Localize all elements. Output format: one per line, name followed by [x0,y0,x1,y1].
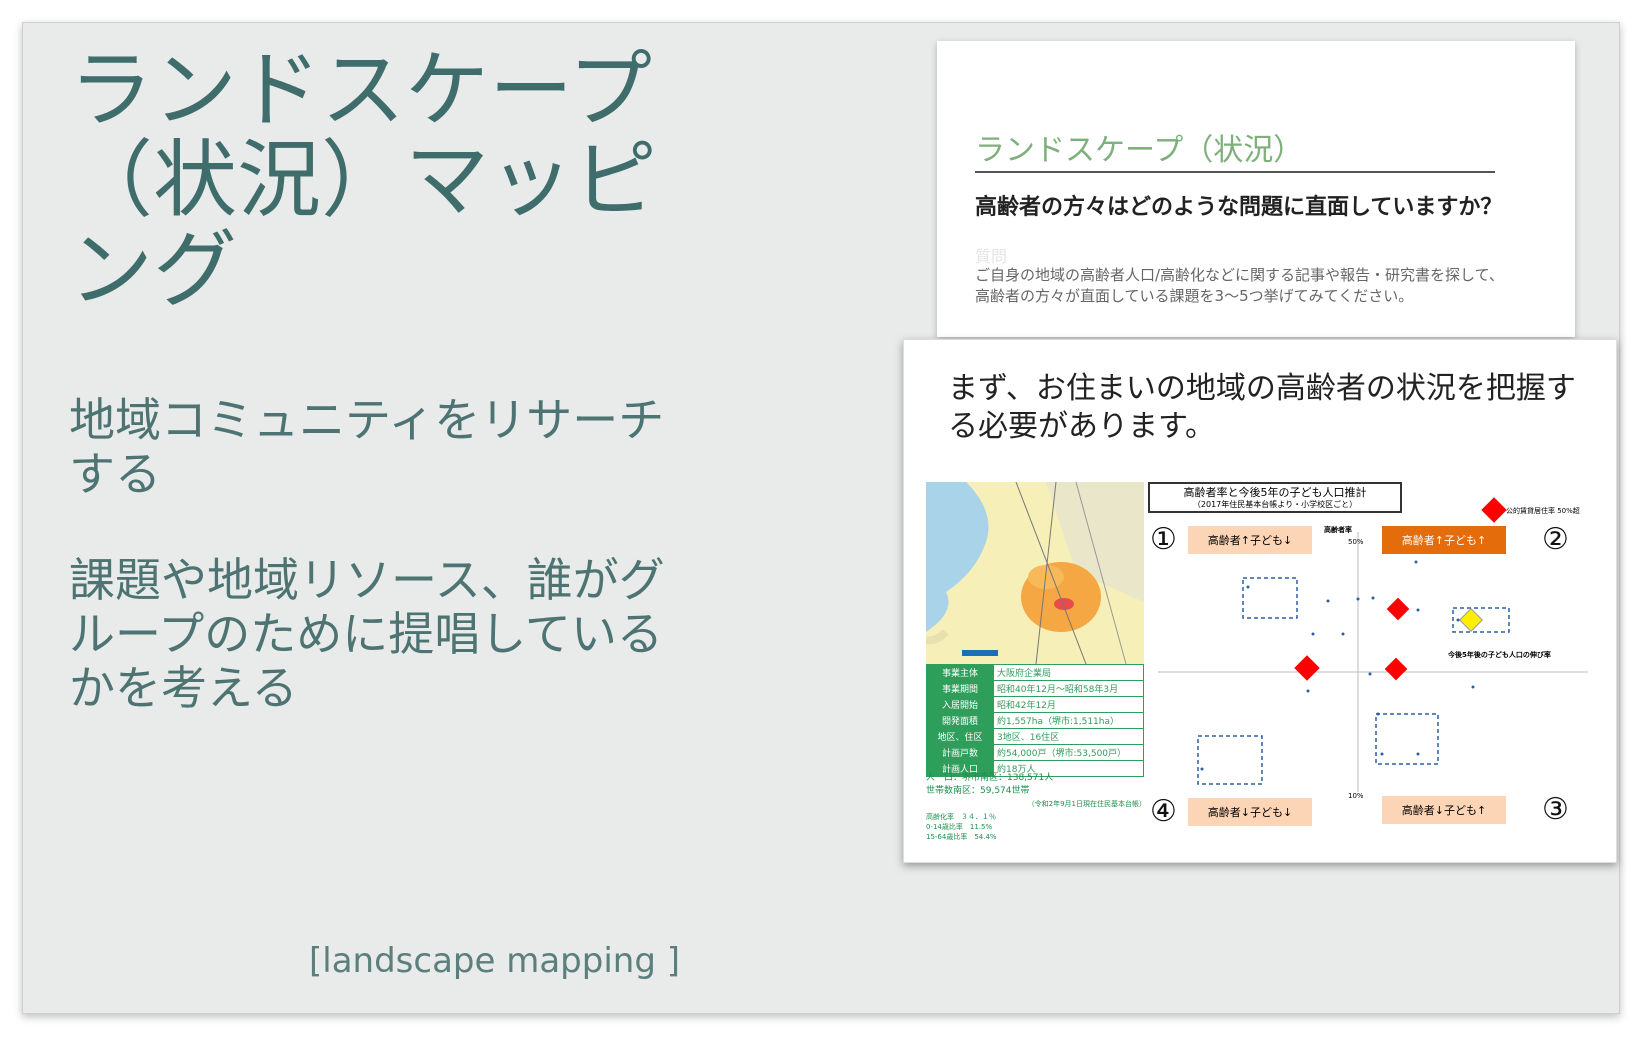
question-body-line: ご自身の地域の高齢者人口/高齢化などに関する記事や報告・研究書を探して、 [975,266,1504,284]
ratio-line: 0-14歳比率 11.5% [926,823,993,831]
y-axis-label: 高齢者率 [1324,526,1352,534]
population-info: 人 口：堺市南区：138,571人 世帯数南区：59,574世帯 （令和2年9月… [926,772,1146,811]
bullet-issues: 課題や地域リソース、誰がグループのために提唱しているかを考える [69,553,665,715]
question-body: ご自身の地域の高齢者人口/高齢化などに関する記事や報告・研究書を探して、 高齢者… [975,265,1504,307]
analysis-heading: まず、お住まいの地域の高齢者の状況を把握する必要があります。 [948,371,1576,444]
info-value: 約54,000戸（堺市:53,500戸） [993,744,1144,761]
quadrant-2-label: 高齢者↑子ども↑ [1382,526,1506,554]
project-info-table: 事業主体 大阪府企業局 事業期間 昭和40年12月〜昭和58年3月 入居開始 昭和42… [926,664,1144,777]
quadrant-4-label: 高齢者↓子ども↓ [1188,798,1312,826]
y-tick: 10% [1348,792,1364,800]
slide-caption: [landscape mapping ] [309,941,680,981]
table-row: 事業主体 大阪府企業局 [926,664,1144,681]
info-key: 開発面積 [926,712,994,729]
table-row: 入居開始 昭和42年12月 [926,696,1144,713]
quadrant-3-number: ③ [1542,792,1569,827]
info-value: 昭和40年12月〜昭和58年3月 [993,680,1144,697]
population-note: （令和2年9月1日現在住民基本台帳） [1027,800,1146,808]
bullet-research: 地域コミュニティをリサーチする [69,393,665,501]
info-value: 3地区、16住区 [993,728,1144,745]
question-body-line: 高齢者の方々が直面している課題を3〜5つ挙げてみてください。 [975,287,1414,305]
info-key: 計画戸数 [926,744,994,761]
info-key: 事業期間 [926,680,994,697]
table-row: 計画戸数 約54,000戸（堺市:53,500戸） [926,744,1144,761]
households-line: 世帯数南区：59,574世帯 [926,786,1030,796]
quadrant-1-label: 高齢者↑子ども↓ [1188,526,1312,554]
legend-text: 公的賃貸居住率 50%超 [1506,507,1580,515]
divider [975,171,1495,173]
table-row: 事業期間 昭和40年12月〜昭和58年3月 [926,680,1144,697]
faint-label: 質問 [975,247,1008,266]
ratio-line: 15-64歳比率 54.4% [926,833,997,841]
question-card-title: ランドスケープ（状況） [975,133,1304,168]
table-row: 開発面積 約1,557ha（堺市:1,511ha） [926,712,1144,729]
quadrant-3-label: 高齢者↓子ども↑ [1382,796,1506,824]
info-key: 事業主体 [926,664,994,681]
slide-title: ランドスケープ（状況）マッピング [69,41,658,319]
analysis-card: まず、お住まいの地域の高齢者の状況を把握する必要があります。 事業主体 大阪府企業… [903,339,1617,863]
table-row: 地区、住区 3地区、16住区 [926,728,1144,745]
slide: ランドスケープ（状況）マッピング 地域コミュニティをリサーチする 課題や地域リソ… [22,22,1620,1014]
x-axis-label: 今後5年後の子ども人口の伸び率 [1448,651,1551,659]
population-line: 人 口：堺市南区：138,571人 [926,773,1054,783]
quadrant-2-number: ② [1542,522,1569,557]
question-card: ランドスケープ（状況） 高齢者の方々はどのような問題に直面していますか？ 質問 … [937,41,1575,337]
info-value: 昭和42年12月 [993,696,1144,713]
area-map [926,482,1144,664]
info-value: 約1,557ha（堺市:1,511ha） [993,712,1144,729]
quadrant-chart: 高齢者率と今後5年の子ども人口推計 （2017年住民基本台帳より・小学校区ごと） [1148,482,1598,842]
question-text: 高齢者の方々はどのような問題に直面していますか？ [975,195,1503,220]
quadrant-4-number: ④ [1150,794,1177,829]
y-tick: 50% [1348,538,1364,546]
ratio-info: 高齢化率 ３４．１％ 0-14歳比率 11.5% 15-64歳比率 54.4% [926,812,997,842]
info-key: 入居開始 [926,696,994,713]
ratio-line: 高齢化率 ３４．１％ [926,813,996,821]
info-key: 地区、住区 [926,728,994,745]
info-value: 大阪府企業局 [993,664,1144,681]
quadrant-1-number: ① [1150,522,1177,557]
